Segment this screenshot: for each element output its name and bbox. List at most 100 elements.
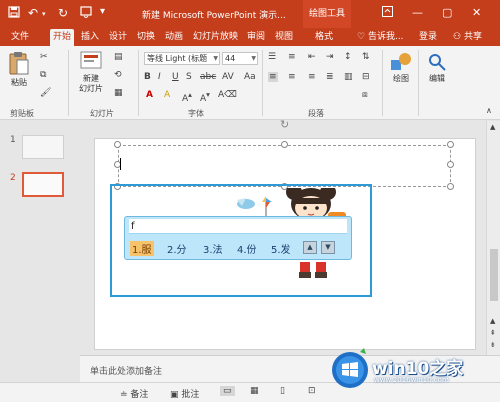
resize-handle[interactable]	[281, 141, 288, 148]
tab-home[interactable]: 开始	[50, 29, 75, 46]
lightbulb-icon: ♡	[357, 32, 366, 42]
close-icon[interactable]: ✕	[472, 6, 481, 19]
slide-thumbnail-2[interactable]	[22, 172, 64, 197]
tab-slideshow[interactable]: 幻灯片放映	[190, 29, 241, 46]
ime-composition-input[interactable]: f	[129, 219, 347, 234]
resize-handle[interactable]	[114, 141, 121, 148]
customize-qat-icon[interactable]: ▾	[100, 6, 105, 17]
align-text-icon[interactable]: ⊟	[362, 72, 370, 82]
decrease-indent-icon[interactable]: ⇤	[308, 52, 316, 62]
ime-candidate-3[interactable]: 3.法	[203, 241, 223, 256]
new-slide-label-2: 幻灯片	[79, 84, 103, 93]
tab-format[interactable]: 格式	[312, 29, 336, 46]
undo-icon[interactable]: ↶	[28, 6, 38, 20]
align-right-icon[interactable]: ≡	[308, 72, 316, 82]
align-left-icon[interactable]: ≡	[268, 72, 278, 82]
copy-icon[interactable]: ⧉	[40, 70, 46, 80]
drawing-button[interactable]: 绘图	[388, 52, 414, 84]
share-button[interactable]: ⚇ 共享	[450, 29, 485, 46]
font-size-value: 44	[225, 54, 236, 63]
tab-transitions[interactable]: 切换	[134, 29, 158, 46]
ribbon-tabs: 文件 开始 插入 设计 切换 动画 幻灯片放映 审阅 视图 格式 ♡ 告诉我..…	[0, 28, 500, 46]
ime-candidate-2[interactable]: 2.分	[167, 241, 187, 256]
paste-button[interactable]: 粘贴	[6, 50, 32, 88]
previous-slide-icon[interactable]: ⇞	[490, 329, 496, 337]
collapse-ribbon-icon[interactable]: ∧	[486, 106, 492, 115]
slide-thumbnail-1[interactable]	[22, 135, 64, 159]
section-icon[interactable]: ▦	[114, 88, 123, 98]
slides-group-label: 幻灯片	[90, 109, 114, 118]
ribbon-display-options-icon[interactable]	[382, 6, 393, 20]
save-icon[interactable]	[8, 6, 20, 21]
numbering-icon[interactable]: ≡	[288, 52, 296, 62]
decrease-font-icon[interactable]: A▾	[200, 90, 210, 104]
undo-dropdown-icon[interactable]: ▾	[42, 10, 46, 18]
font-group-label: 字体	[188, 109, 204, 118]
redo-icon[interactable]: ↻	[58, 6, 68, 20]
font-color-icon[interactable]: A	[146, 90, 153, 100]
scroll-up-icon[interactable]: ▲	[490, 123, 495, 131]
ime-candidate-1[interactable]: 1.服	[130, 241, 154, 256]
font-size-dropdown[interactable]: 44 ▼	[222, 52, 258, 65]
paste-label: 粘贴	[11, 78, 27, 87]
reset-icon[interactable]: ⟲	[114, 70, 122, 80]
tab-file[interactable]: 文件	[8, 29, 32, 46]
new-slide-button[interactable]: 新建 幻灯片	[74, 50, 108, 94]
rotate-handle-icon[interactable]: ↻	[280, 118, 289, 131]
font-name-dropdown[interactable]: 等线 Light (标题 ▼	[144, 52, 220, 65]
slide-sorter-icon[interactable]: ▦	[250, 386, 259, 396]
scroll-up-icon[interactable]: ▲	[490, 317, 495, 325]
tab-design[interactable]: 设计	[106, 29, 130, 46]
maximize-icon[interactable]: ▢	[442, 6, 452, 19]
tab-animations[interactable]: 动画	[162, 29, 186, 46]
text-direction-icon[interactable]: ⇅	[362, 52, 370, 62]
chevron-down-icon: ▼	[251, 55, 256, 62]
drawing-tools-context-tab[interactable]: 绘图工具	[303, 0, 351, 28]
format-painter-icon[interactable]: 🖌	[40, 88, 51, 98]
ime-candidate-4[interactable]: 4.份	[237, 241, 257, 256]
align-center-icon[interactable]: ≡	[288, 72, 296, 82]
increase-font-icon[interactable]: A▴	[182, 90, 192, 104]
clear-format-icon[interactable]: A⌫	[218, 90, 237, 100]
tell-me-search[interactable]: ♡ 告诉我...	[354, 29, 407, 46]
slide-thumbnail-panel: 1 2	[0, 121, 80, 377]
tab-insert[interactable]: 插入	[78, 29, 102, 46]
title-placeholder[interactable]	[118, 145, 451, 187]
watermark-url: www.2016win10.com	[374, 376, 449, 384]
layout-icon[interactable]: ▤	[114, 52, 123, 62]
normal-view-icon[interactable]: ▭	[220, 386, 235, 396]
ime-page-down-icon[interactable]: ▼	[321, 241, 335, 254]
smartart-icon[interactable]: ⧈	[362, 90, 368, 100]
ime-page-up-icon[interactable]: ▲	[303, 241, 317, 254]
increase-indent-icon[interactable]: ⇥	[326, 52, 334, 62]
vertical-scrollbar[interactable]: ▲ ▲ ⇞ ⇟	[486, 121, 500, 355]
tab-view[interactable]: 视图	[272, 29, 296, 46]
highlight-icon[interactable]: A	[164, 90, 170, 100]
resize-handle[interactable]	[447, 141, 454, 148]
resize-handle[interactable]	[447, 161, 454, 168]
strikethrough-icon[interactable]: abc	[200, 72, 216, 82]
start-presentation-icon[interactable]	[80, 6, 92, 21]
italic-icon[interactable]: I	[158, 72, 161, 82]
notes-toggle[interactable]: ≐ 备注	[120, 387, 148, 400]
resize-handle[interactable]	[447, 183, 454, 190]
bold-icon[interactable]: B	[144, 72, 151, 82]
scrollbar-thumb[interactable]	[490, 249, 498, 301]
login-link[interactable]: 登录	[416, 29, 440, 46]
underline-icon[interactable]: U	[172, 72, 179, 82]
tab-review[interactable]: 审阅	[244, 29, 268, 46]
minimize-icon[interactable]: —	[412, 6, 423, 19]
spacing-icon[interactable]: AV	[222, 72, 234, 82]
reading-view-icon[interactable]: ▯	[280, 386, 285, 396]
shadow-icon[interactable]: S	[186, 72, 192, 82]
editing-button[interactable]: 编辑	[424, 52, 450, 84]
cut-icon[interactable]: ✂	[40, 52, 48, 62]
bullets-icon[interactable]: ☰	[268, 52, 276, 62]
line-spacing-icon[interactable]: ↕	[344, 52, 352, 62]
columns-icon[interactable]: ▥	[344, 72, 353, 82]
justify-icon[interactable]: ≣	[326, 72, 334, 82]
comments-toggle[interactable]: ▣ 批注	[170, 387, 199, 400]
ime-candidate-5[interactable]: 5.发	[271, 241, 291, 256]
change-case-icon[interactable]: Aa	[244, 72, 256, 82]
slideshow-icon[interactable]: ⊡	[308, 386, 316, 396]
